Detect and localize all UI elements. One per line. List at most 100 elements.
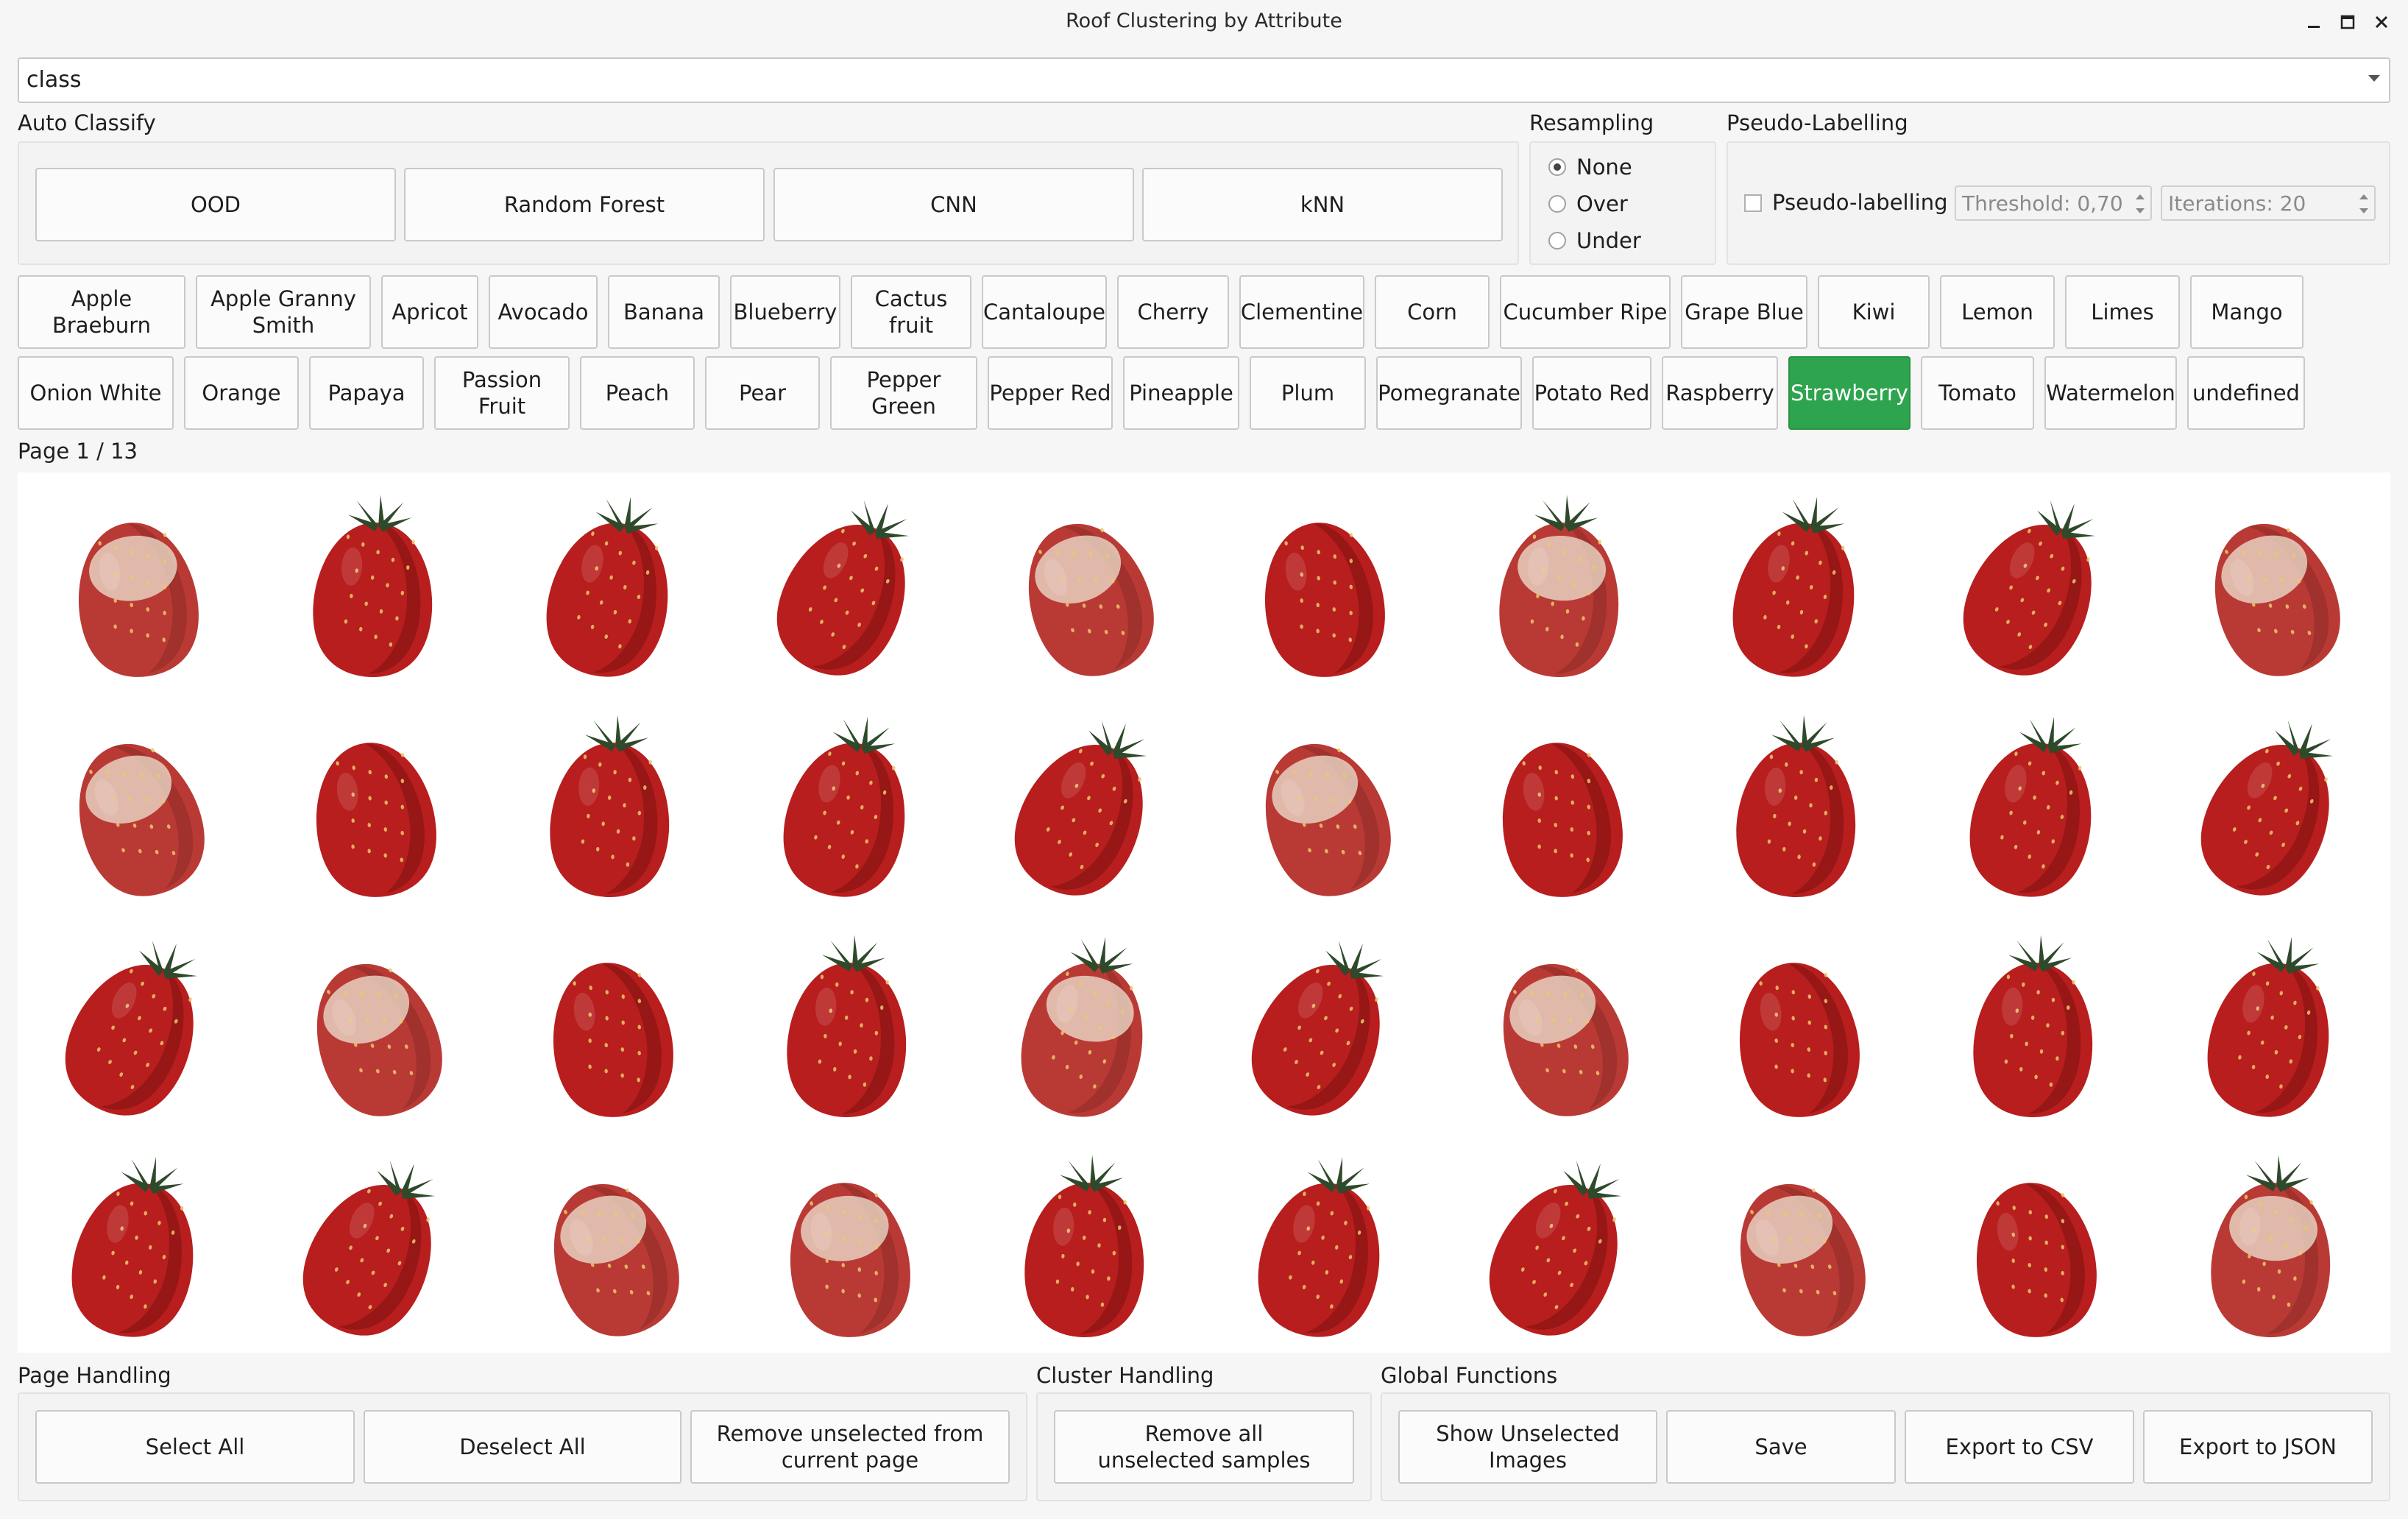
- class-button-watermelon[interactable]: Watermelon: [2044, 356, 2177, 430]
- save-button[interactable]: Save: [1666, 1410, 1896, 1484]
- strawberry-thumbnail[interactable]: [1924, 920, 2145, 1126]
- strawberry-thumbnail[interactable]: [737, 480, 958, 686]
- maximize-icon[interactable]: [2333, 9, 2362, 35]
- strawberry-thumbnail[interactable]: [26, 1140, 247, 1346]
- minimize-icon[interactable]: [2299, 9, 2329, 35]
- strawberry-thumbnail[interactable]: [263, 480, 484, 686]
- strawberry-thumbnail[interactable]: [1450, 480, 1671, 686]
- strawberry-thumbnail[interactable]: [2161, 1140, 2382, 1346]
- class-button-cucumber-ripe[interactable]: Cucumber Ripe: [1500, 275, 1671, 349]
- class-button-blueberry[interactable]: Blueberry: [730, 275, 840, 349]
- deselect-all-button[interactable]: Deselect All: [364, 1410, 681, 1484]
- threshold-spinbox[interactable]: Threshold: 0,70: [1955, 185, 2152, 221]
- strawberry-thumbnail[interactable]: [1212, 700, 1433, 906]
- strawberry-thumbnail[interactable]: [1212, 1140, 1433, 1346]
- close-icon[interactable]: [2367, 9, 2396, 35]
- class-button-tomato[interactable]: Tomato: [1921, 356, 2034, 430]
- cnn-button[interactable]: CNN: [773, 168, 1134, 241]
- resampling-under-radio[interactable]: Under: [1548, 228, 1641, 253]
- class-button-avocado[interactable]: Avocado: [489, 275, 598, 349]
- class-button-undefined[interactable]: undefined: [2187, 356, 2305, 430]
- page-handling-label: Page Handling: [18, 1363, 171, 1388]
- attribute-select[interactable]: class: [18, 57, 2390, 103]
- strawberry-thumbnail[interactable]: [263, 1140, 484, 1346]
- spin-arrows-icon[interactable]: [2356, 190, 2371, 218]
- class-button-lemon[interactable]: Lemon: [1940, 275, 2055, 349]
- class-button-papaya[interactable]: Papaya: [309, 356, 424, 430]
- class-button-apple-granny-smith[interactable]: Apple Granny Smith: [196, 275, 371, 349]
- strawberry-thumbnail[interactable]: [263, 920, 484, 1126]
- strawberry-thumbnail[interactable]: [26, 480, 247, 686]
- strawberry-thumbnail[interactable]: [975, 700, 1196, 906]
- class-button-onion-white[interactable]: Onion White: [18, 356, 174, 430]
- export-csv-button[interactable]: Export to CSV: [1905, 1410, 2134, 1484]
- strawberry-thumbnail[interactable]: [500, 480, 721, 686]
- strawberry-thumbnail[interactable]: [737, 920, 958, 1126]
- chevron-down-icon: [2368, 75, 2380, 82]
- class-button-pineapple[interactable]: Pineapple: [1123, 356, 1239, 430]
- strawberry-thumbnail[interactable]: [1450, 1140, 1671, 1346]
- resampling-none-radio[interactable]: None: [1548, 155, 1632, 180]
- show-unselected-images-button[interactable]: Show Unselected Images: [1398, 1410, 1657, 1484]
- ood-button[interactable]: OOD: [35, 168, 396, 241]
- knn-button[interactable]: kNN: [1142, 168, 1503, 241]
- class-button-strawberry[interactable]: Strawberry: [1788, 356, 1911, 430]
- remove-unselected-page-button[interactable]: Remove unselected from current page: [690, 1410, 1010, 1484]
- strawberry-thumbnail[interactable]: [1687, 920, 1908, 1126]
- class-button-banana[interactable]: Banana: [608, 275, 720, 349]
- class-button-pomegranate[interactable]: Pomegranate: [1376, 356, 1522, 430]
- strawberry-thumbnail[interactable]: [975, 920, 1196, 1126]
- class-button-plum[interactable]: Plum: [1250, 356, 1366, 430]
- select-all-button[interactable]: Select All: [35, 1410, 355, 1484]
- strawberry-thumbnail[interactable]: [263, 700, 484, 906]
- resampling-over-radio[interactable]: Over: [1548, 191, 1628, 216]
- class-button-grape-blue[interactable]: Grape Blue: [1681, 275, 1807, 349]
- strawberry-thumbnail[interactable]: [1924, 480, 2145, 686]
- export-json-button[interactable]: Export to JSON: [2143, 1410, 2373, 1484]
- class-button-potato-red[interactable]: Potato Red: [1532, 356, 1651, 430]
- strawberry-thumbnail[interactable]: [1450, 920, 1671, 1126]
- pseudo-labelling-checkbox[interactable]: [1744, 194, 1762, 212]
- strawberry-thumbnail[interactable]: [2161, 480, 2382, 686]
- class-button-clementine[interactable]: Clementine: [1239, 275, 1364, 349]
- class-button-corn[interactable]: Corn: [1375, 275, 1490, 349]
- class-button-apricot[interactable]: Apricot: [381, 275, 478, 349]
- class-button-cherry[interactable]: Cherry: [1117, 275, 1229, 349]
- strawberry-thumbnail[interactable]: [26, 920, 247, 1126]
- strawberry-thumbnail[interactable]: [1687, 700, 1908, 906]
- strawberry-thumbnail[interactable]: [737, 1140, 958, 1346]
- strawberry-thumbnail[interactable]: [737, 700, 958, 906]
- strawberry-thumbnail[interactable]: [1212, 920, 1433, 1126]
- class-button-mango[interactable]: Mango: [2190, 275, 2303, 349]
- remove-all-unselected-button[interactable]: Remove all unselected samples: [1054, 1410, 1354, 1484]
- class-button-cactus-fruit[interactable]: Cactus fruit: [851, 275, 971, 349]
- iterations-spinbox[interactable]: Iterations: 20: [2161, 185, 2376, 221]
- strawberry-thumbnail[interactable]: [1687, 480, 1908, 686]
- class-button-apple-braeburn[interactable]: Apple Braeburn: [18, 275, 185, 349]
- class-button-orange[interactable]: Orange: [184, 356, 299, 430]
- class-button-cantaloupe[interactable]: Cantaloupe: [982, 275, 1107, 349]
- strawberry-thumbnail[interactable]: [1924, 1140, 2145, 1346]
- strawberry-thumbnail[interactable]: [500, 920, 721, 1126]
- class-button-kiwi[interactable]: Kiwi: [1818, 275, 1930, 349]
- strawberry-thumbnail[interactable]: [975, 480, 1196, 686]
- class-button-limes[interactable]: Limes: [2065, 275, 2180, 349]
- spin-arrows-icon[interactable]: [2133, 190, 2147, 218]
- strawberry-thumbnail[interactable]: [1212, 480, 1433, 686]
- class-button-raspberry[interactable]: Raspberry: [1662, 356, 1778, 430]
- strawberry-thumbnail[interactable]: [975, 1140, 1196, 1346]
- strawberry-thumbnail[interactable]: [500, 700, 721, 906]
- strawberry-thumbnail[interactable]: [1924, 700, 2145, 906]
- class-button-peach[interactable]: Peach: [580, 356, 695, 430]
- class-button-pepper-green[interactable]: Pepper Green: [830, 356, 977, 430]
- class-button-pepper-red[interactable]: Pepper Red: [988, 356, 1113, 430]
- strawberry-thumbnail[interactable]: [2161, 700, 2382, 906]
- strawberry-thumbnail[interactable]: [1450, 700, 1671, 906]
- random-forest-button[interactable]: Random Forest: [404, 168, 765, 241]
- class-button-passion-fruit[interactable]: Passion Fruit: [434, 356, 570, 430]
- strawberry-thumbnail[interactable]: [500, 1140, 721, 1346]
- strawberry-thumbnail[interactable]: [1687, 1140, 1908, 1346]
- strawberry-thumbnail[interactable]: [26, 700, 247, 906]
- class-button-pear[interactable]: Pear: [705, 356, 820, 430]
- strawberry-thumbnail[interactable]: [2161, 920, 2382, 1126]
